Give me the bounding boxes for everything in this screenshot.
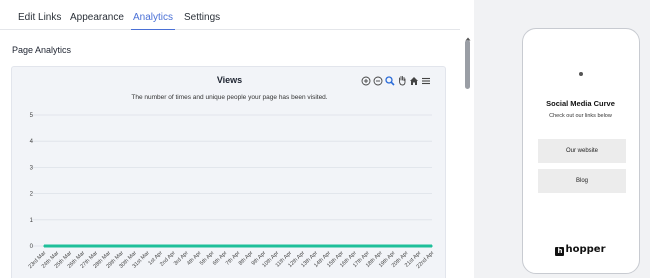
data-point[interactable] — [418, 245, 420, 247]
menu-icon[interactable] — [421, 75, 431, 86]
tab-bar: Edit Links Appearance Analytics Settings — [0, 0, 460, 30]
data-point[interactable] — [172, 245, 175, 247]
data-point[interactable] — [82, 245, 84, 247]
preview-panel: Social Media Curve Check out our links b… — [474, 0, 650, 278]
data-point[interactable] — [146, 245, 149, 247]
scroll-up-arrow-icon[interactable] — [464, 30, 472, 41]
pan-hand-icon[interactable] — [397, 75, 407, 86]
views-chart-card: 0 1 2 3 4 5 23rd Mar 24th Mar 25th Mar 26th Mar 27… — [11, 66, 446, 278]
data-point[interactable] — [276, 245, 278, 247]
data-point[interactable] — [133, 245, 136, 247]
tab-appearance[interactable]: Appearance — [68, 0, 126, 30]
tab-analytics[interactable]: Analytics — [131, 0, 176, 30]
tab-edit-links[interactable]: Edit Links — [16, 0, 63, 30]
data-point[interactable] — [211, 245, 213, 247]
section-title: Page Analytics — [12, 45, 72, 55]
profile-name: Social Media Curve — [546, 99, 615, 108]
chart-toolbar — [361, 75, 431, 87]
link-button-blog[interactable]: Blog — [538, 169, 626, 193]
y-tick-label: 0 — [30, 244, 34, 250]
magnify-icon[interactable] — [385, 75, 395, 86]
data-point[interactable] — [301, 245, 304, 247]
y-tick-label: 2 — [30, 192, 34, 198]
chart-subtitle: The number of times and unique people yo… — [131, 94, 328, 101]
data-point[interactable] — [198, 245, 200, 247]
data-point[interactable] — [94, 245, 97, 247]
data-point[interactable] — [353, 245, 356, 247]
data-point[interactable] — [366, 245, 369, 247]
data-point[interactable] — [107, 245, 110, 247]
scrollbar[interactable] — [464, 30, 472, 278]
y-tick-label: 4 — [30, 139, 34, 145]
data-point[interactable] — [431, 245, 433, 247]
link-button-our-website[interactable]: Our website — [538, 139, 626, 163]
scrollbar-thumb[interactable] — [465, 40, 470, 89]
data-point[interactable] — [392, 245, 395, 247]
profile-bio: Check out our links below — [549, 113, 612, 119]
brand-mark-icon: h — [555, 247, 565, 256]
data-point[interactable] — [327, 245, 330, 247]
zoom-in-icon[interactable] — [361, 75, 371, 86]
data-point[interactable] — [224, 245, 226, 247]
brand-name: hopper — [565, 244, 606, 255]
data-point[interactable] — [340, 245, 343, 247]
editor-panel: Edit Links Appearance Analytics Settings… — [0, 0, 474, 278]
data-point[interactable] — [237, 245, 239, 247]
data-point[interactable] — [263, 245, 265, 247]
data-point[interactable] — [379, 245, 382, 247]
profile-avatar — [579, 72, 583, 76]
tab-settings[interactable]: Settings — [182, 0, 222, 30]
data-point[interactable] — [56, 245, 58, 247]
data-point[interactable] — [314, 245, 317, 247]
phone-preview: Social Media Curve Check out our links b… — [522, 28, 640, 274]
data-point[interactable] — [250, 245, 252, 247]
brand-logo: h hopper — [523, 244, 638, 256]
data-point[interactable] — [43, 245, 45, 247]
data-point[interactable] — [69, 245, 71, 247]
home-icon[interactable] — [409, 75, 419, 86]
y-tick-label: 1 — [30, 218, 34, 224]
y-tick-label: 3 — [30, 165, 34, 171]
data-point[interactable] — [288, 245, 291, 247]
data-point[interactable] — [159, 245, 162, 247]
data-point[interactable] — [185, 245, 188, 247]
data-point[interactable] — [405, 245, 407, 247]
y-tick-label: 5 — [30, 113, 34, 119]
data-point[interactable] — [120, 245, 123, 247]
zoom-out-icon[interactable] — [373, 75, 383, 86]
